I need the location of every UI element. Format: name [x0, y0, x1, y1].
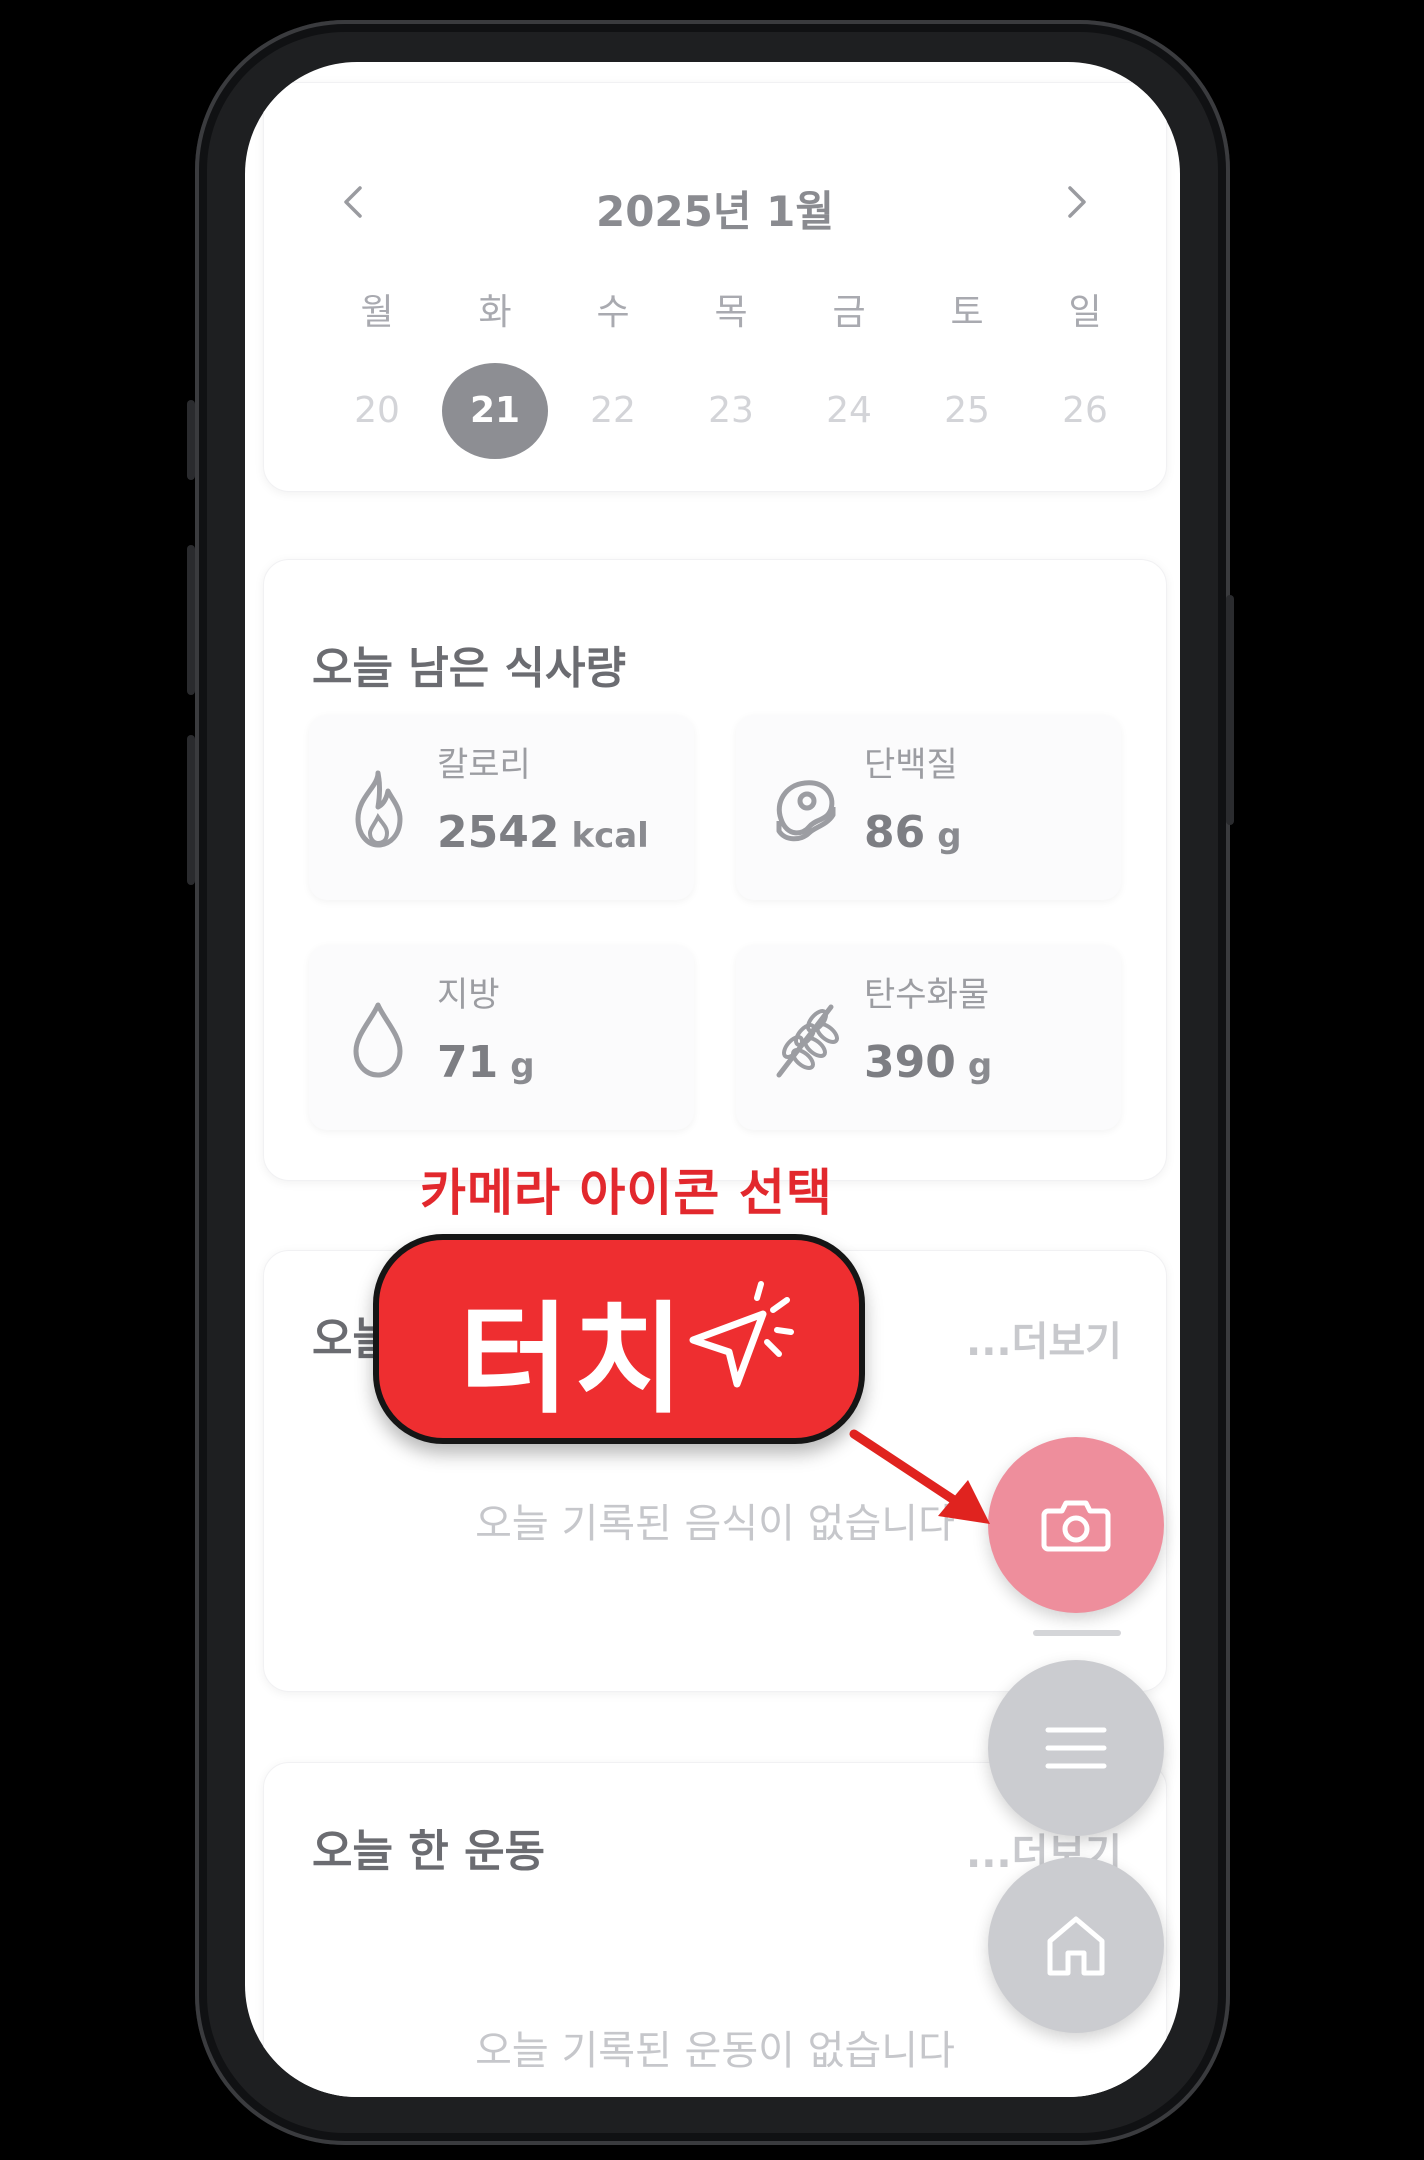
nutrient-value-line: 2542 kcal: [437, 807, 649, 858]
nutrient-label: 단백질: [864, 745, 958, 785]
annotation-instruction: 카메라 아이콘 선택: [420, 1164, 833, 1222]
menu-icon: [1045, 1727, 1107, 1769]
nutrient-label: 칼로리: [437, 745, 531, 785]
arrow-pointer-icon: [849, 1429, 990, 1524]
exercise-empty-message: 오늘 기록된 운동이 없습니다: [475, 2028, 955, 2074]
side-button-volume-down: [187, 735, 195, 885]
chevron-right-icon[interactable]: [1056, 182, 1096, 222]
nutrient-unit: g: [510, 1046, 535, 1086]
food-more-link[interactable]: ...더보기: [966, 1309, 1122, 1367]
calendar-month-title: 2025년 1월: [595, 187, 835, 236]
camera-icon: [1041, 1500, 1111, 1552]
nutrient-value-line: 390 g: [864, 1037, 992, 1088]
cursor-click-icon: [689, 1281, 794, 1388]
date-cell[interactable]: 23: [676, 363, 786, 459]
remaining-title: 오늘 남은 식사량: [312, 643, 626, 694]
nutrient-protein: 단백질 86 g: [736, 715, 1121, 900]
date-row: 20 21 22 23 24 25 26: [322, 363, 1140, 459]
nutrient-label: 탄수화물: [864, 975, 990, 1015]
nutrient-value: 86: [864, 807, 926, 858]
weekday-label: 수: [596, 292, 630, 333]
wheat-icon: [776, 1004, 839, 1078]
nutrient-unit: g: [967, 1046, 993, 1086]
nutrient-value: 71: [437, 1037, 499, 1088]
nutrient-value-line: 71 g: [437, 1037, 535, 1088]
side-button-power: [1226, 595, 1234, 825]
nutrient-value: 2542: [437, 807, 560, 858]
flame-icon: [355, 770, 403, 848]
touch-label: 터치: [459, 1291, 688, 1430]
date-cell[interactable]: 24: [794, 363, 904, 459]
date-cell[interactable]: 20: [322, 363, 432, 459]
fab-divider: [1033, 1630, 1121, 1636]
camera-button[interactable]: [988, 1437, 1164, 1613]
weekday-row: 월 화 수 목 금 토 일: [322, 283, 1140, 335]
nutrient-unit: kcal: [571, 816, 649, 856]
side-button-action: [187, 400, 195, 480]
date-cell[interactable]: 25: [912, 363, 1022, 459]
nutrient-carbs: 탄수화물 390 g: [736, 945, 1121, 1130]
weekday-label: 금: [832, 292, 866, 333]
weekday-label: 토: [950, 292, 984, 333]
weekday-label: 목: [714, 292, 748, 333]
home-icon: [1047, 1916, 1105, 1976]
date-cell[interactable]: 22: [558, 363, 668, 459]
nutrient-value: 390: [864, 1037, 956, 1088]
exercise-title: 오늘 한 운동: [312, 1826, 546, 1877]
date-cell-selected[interactable]: 21: [440, 363, 550, 459]
side-button-volume-up: [187, 545, 195, 695]
nutrient-value-line: 86 g: [864, 807, 962, 858]
nutrient-label: 지방: [437, 975, 500, 1015]
nutrient-unit: g: [937, 816, 962, 856]
menu-button[interactable]: [988, 1660, 1164, 1836]
meat-icon: [776, 780, 836, 842]
drop-icon: [353, 1002, 403, 1078]
touch-badge: 터치: [373, 1234, 865, 1444]
home-button[interactable]: [988, 1857, 1164, 2033]
selected-date-badge: 21: [442, 363, 548, 459]
weekday-label: 화: [478, 292, 512, 333]
nutrient-fat: 지방 71 g: [309, 945, 694, 1130]
weekday-label: 월: [360, 292, 394, 333]
app-screen: 2025년 1월 월 화 수 목 금 토 일 20 21 22 23 24 25…: [245, 62, 1180, 2097]
date-cell[interactable]: 26: [1030, 363, 1140, 459]
remaining-nutrients-card: 오늘 남은 식사량 칼로리 2542 kcal 단백질 86 g 지방 71 g: [263, 559, 1167, 1181]
weekday-label: 일: [1068, 292, 1102, 333]
nutrient-calories: 칼로리 2542 kcal: [309, 715, 694, 900]
calendar-card: 2025년 1월 월 화 수 목 금 토 일 20 21 22 23 24 25…: [263, 82, 1167, 492]
